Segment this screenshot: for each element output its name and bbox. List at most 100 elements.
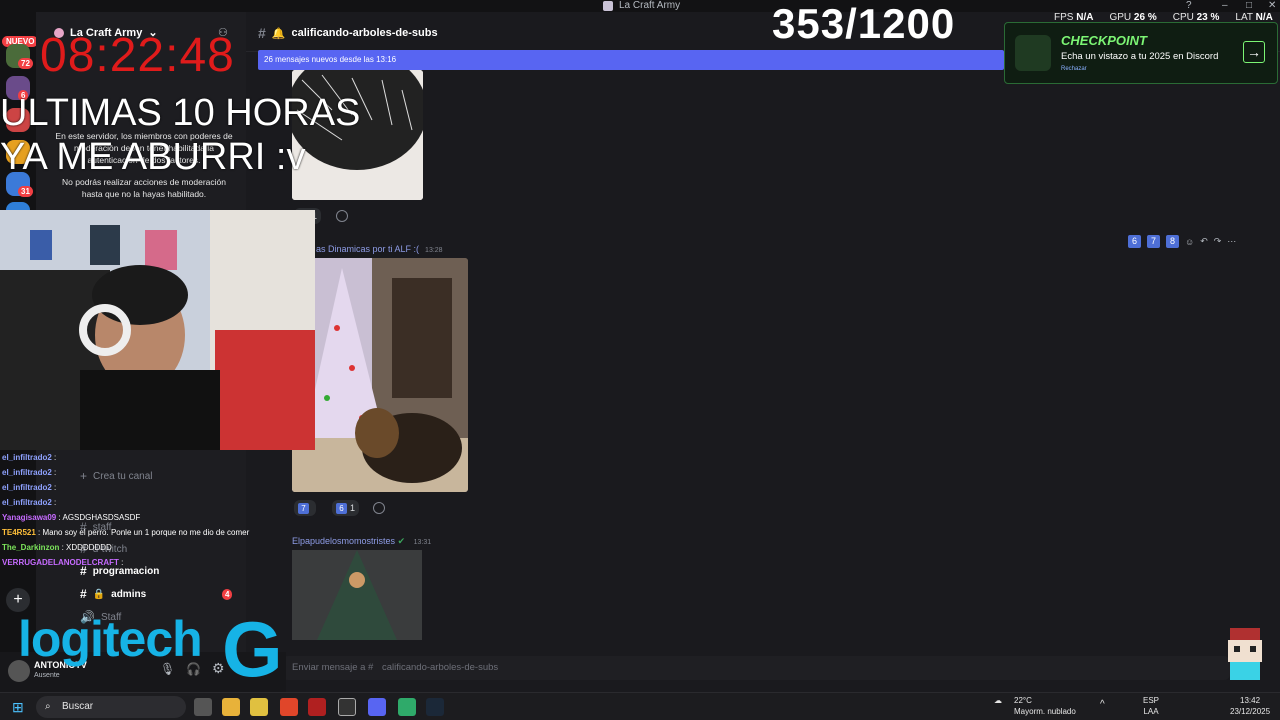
chat-overlay: el_infiltrado2 : el_infiltrado2 : el_inf… bbox=[2, 450, 302, 570]
message-image[interactable] bbox=[292, 258, 468, 492]
mod-notice-line2: No podrás realizar acciones de moderació… bbox=[62, 177, 226, 199]
user-status: Ausente bbox=[34, 672, 60, 679]
stream-banner-line1: ULTIMAS 10 HORAS bbox=[0, 92, 361, 134]
message-toolbar: 6 7 8 ☺ ↶ ↷ ⋯ bbox=[1128, 235, 1236, 248]
app-icon[interactable] bbox=[250, 698, 268, 716]
reaction-shortcut[interactable]: 7 bbox=[1147, 235, 1160, 248]
message-author[interactable]: Elpapudelosmomostristes bbox=[292, 536, 395, 546]
weather-icon: ☁ bbox=[994, 696, 1002, 705]
task-view-icon[interactable] bbox=[194, 698, 212, 716]
steam-icon[interactable] bbox=[426, 698, 444, 716]
logitech-g-logo: G bbox=[222, 605, 283, 693]
message-header: as Dinamicas por ti ALF :( 13:28 bbox=[316, 244, 443, 254]
new-messages-text: 26 mensajes nuevos desde las 13:16 bbox=[264, 55, 397, 64]
channel-title: # 🔔 calificando-arboles-de-subs bbox=[258, 25, 438, 41]
window-title-text: La Craft Army bbox=[619, 0, 681, 11]
message-image[interactable] bbox=[292, 550, 422, 640]
chat-line: el_infiltrado2 : bbox=[2, 468, 57, 477]
sub-counter: 353/1200 bbox=[772, 0, 956, 47]
chat-line: The_Darkinzon : XDDDDDDD bbox=[2, 543, 112, 552]
bell-icon: 🔔 bbox=[271, 27, 286, 40]
mention-badge: 4 bbox=[222, 589, 233, 600]
server-badge: 31 bbox=[18, 186, 33, 197]
window-title: La Craft Army bbox=[603, 0, 680, 11]
chat-line: el_infiltrado2 : bbox=[2, 483, 57, 492]
app-icon[interactable] bbox=[338, 698, 356, 716]
new-messages-bar[interactable]: 26 mensajes nuevos desde las 13:16 bbox=[258, 50, 1004, 70]
add-reaction-icon[interactable] bbox=[373, 502, 385, 514]
app-icon[interactable] bbox=[308, 698, 326, 716]
maximize-icon[interactable]: □ bbox=[1246, 0, 1252, 11]
reaction-shortcut[interactable]: 8 bbox=[1166, 235, 1179, 248]
reaction-shortcut[interactable]: 6 bbox=[1128, 235, 1141, 248]
forward-icon[interactable]: ↷ bbox=[1214, 236, 1222, 247]
weather-temp: 22°C bbox=[1014, 696, 1032, 705]
file-explorer-icon[interactable] bbox=[222, 698, 240, 716]
channel-name: calificando-arboles-de-subs bbox=[291, 27, 438, 39]
checkpoint-banner[interactable]: CHECKPOINT Echa un vistazo a tu 2025 en … bbox=[1004, 22, 1278, 84]
discord-icon[interactable] bbox=[368, 698, 386, 716]
windows-start-icon[interactable]: ⊞ bbox=[12, 699, 24, 716]
chat-line: el_infiltrado2 : bbox=[2, 453, 57, 462]
input-placeholder: Enviar mensaje a # bbox=[292, 662, 374, 673]
streamer-cam bbox=[0, 210, 315, 450]
message-time: 13:31 bbox=[413, 539, 432, 546]
tree-photo bbox=[292, 70, 423, 200]
arrow-right-icon[interactable]: → bbox=[1243, 41, 1265, 63]
input-channel: calificando-arboles-de-subs bbox=[381, 662, 499, 673]
help-icon[interactable]: ? bbox=[1186, 0, 1192, 11]
webcam-overlay bbox=[0, 210, 315, 450]
taskbar-date: 23/12/2025 bbox=[1230, 707, 1271, 716]
weather-desc: Mayorm. nublado bbox=[1014, 707, 1076, 716]
brave-icon[interactable] bbox=[280, 698, 298, 716]
hash-icon: # bbox=[258, 25, 266, 41]
add-server-icon[interactable]: + bbox=[6, 588, 30, 612]
message-image[interactable] bbox=[292, 70, 423, 200]
message-time: 13:28 bbox=[425, 247, 443, 254]
chat-line: Yanagisawa09 : AGSDGHASDSASDF bbox=[2, 513, 141, 522]
chat-line: TE4R521 : Mano soy el perro. Ponle un 1 … bbox=[2, 528, 250, 537]
chevron-up-icon[interactable]: ^ bbox=[1100, 699, 1105, 710]
dismiss-link[interactable]: Rechazar bbox=[1061, 66, 1087, 72]
message-author[interactable]: as Dinamicas por ti ALF :( bbox=[316, 244, 419, 254]
stream-banner-line2: YA ME ABURRI :v bbox=[0, 136, 306, 178]
app-icon bbox=[603, 0, 613, 11]
search-icon: ⌕ bbox=[45, 701, 51, 712]
reply-icon[interactable]: ↶ bbox=[1200, 236, 1208, 247]
channel-label: admins bbox=[111, 588, 147, 600]
stream-clock: 08:22:48 bbox=[40, 29, 235, 82]
channel-item-admins[interactable]: # 🔒 admins bbox=[80, 587, 146, 601]
add-reaction-icon[interactable]: ☺ bbox=[1185, 237, 1194, 247]
more-icon[interactable]: ⋯ bbox=[1227, 236, 1236, 247]
checkpoint-title: CHECKPOINT bbox=[1061, 33, 1147, 48]
tree-photo bbox=[292, 550, 422, 640]
reaction[interactable]: 6 1 bbox=[332, 500, 360, 516]
server-badge: 72 bbox=[18, 58, 33, 69]
message-input[interactable]: Enviar mensaje a # calificando-arboles-d… bbox=[282, 656, 1230, 680]
weather-widget[interactable]: 22°C Mayorm. nublado bbox=[1014, 695, 1076, 717]
chat-line: VERRUGADELANODELCRAFT : bbox=[2, 558, 124, 567]
taskbar-time: 13:42 bbox=[1240, 696, 1261, 705]
add-reaction-icon[interactable] bbox=[336, 210, 348, 222]
reaction-count: 1 bbox=[350, 503, 356, 513]
discord-icon bbox=[1015, 35, 1051, 71]
language-indicator[interactable]: ESP LAA bbox=[1143, 695, 1159, 717]
search-label: Buscar bbox=[62, 701, 94, 712]
app-icon[interactable] bbox=[398, 698, 416, 716]
hash-icon: # bbox=[80, 587, 87, 601]
close-icon[interactable]: ✕ bbox=[1268, 0, 1276, 11]
clock-widget[interactable]: 13:42 23/12/2025 bbox=[1230, 695, 1270, 717]
verified-icon: ✔ bbox=[397, 536, 406, 546]
pixel-mascot bbox=[1228, 628, 1262, 680]
checkpoint-subtitle: Echa un vistazo a tu 2025 en Discord bbox=[1061, 51, 1219, 62]
lock-icon: 🔒 bbox=[92, 588, 106, 600]
reaction-emoji: 6 bbox=[336, 502, 347, 514]
chat-line: el_infiltrado2 : bbox=[2, 498, 57, 507]
message-header: Elpapudelosmomostristes ✔ 13:31 bbox=[292, 536, 431, 547]
minimize-icon[interactable]: – bbox=[1222, 0, 1228, 11]
dog-tree-photo bbox=[292, 258, 468, 492]
taskbar-search[interactable]: ⌕ Buscar bbox=[36, 696, 186, 718]
discord-window: La Craft Army ? – □ ✕ NUEVO 72 6 31 + La… bbox=[0, 0, 1280, 720]
logitech-logo: logitech bbox=[18, 611, 203, 667]
taskbar: ⊞ ⌕ Buscar ☁ 22°C Mayorm. nublado ^ ESP … bbox=[0, 692, 1280, 720]
